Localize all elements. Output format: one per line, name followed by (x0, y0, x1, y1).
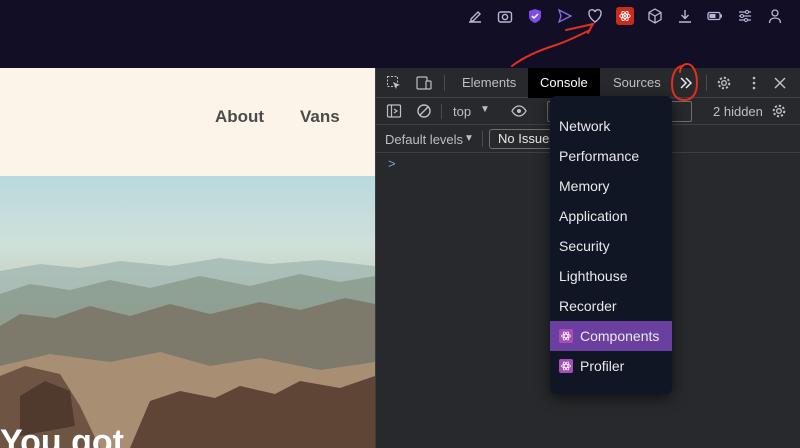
web-page: About Vans You got (0, 68, 375, 448)
menu-item-security[interactable]: Security (550, 231, 672, 261)
edit-icon[interactable] (460, 5, 490, 27)
divider (706, 75, 707, 91)
chevron-down-icon: ▼ (464, 133, 474, 144)
more-tabs-button[interactable] (673, 73, 699, 93)
sidebar-toggle-icon[interactable] (384, 101, 404, 121)
divider (482, 131, 483, 147)
tab-console[interactable]: Console (528, 68, 600, 98)
divider (441, 104, 442, 119)
device-toggle-icon[interactable] (414, 73, 434, 93)
console-prompt[interactable]: > (388, 156, 396, 171)
menu-item-components[interactable]: Components (550, 321, 672, 351)
default-levels-dropdown[interactable]: Default levels (385, 132, 463, 147)
cube-icon[interactable] (640, 5, 670, 27)
download-icon[interactable] (670, 5, 700, 27)
inspect-element-icon[interactable] (384, 73, 404, 93)
context-select[interactable]: top (453, 104, 471, 119)
browser-toolbar (0, 0, 800, 68)
menu-item-memory[interactable]: Memory (550, 171, 672, 201)
menu-item-recorder[interactable]: Recorder (550, 291, 672, 321)
nav-link-about[interactable]: About (215, 107, 264, 127)
menu-item-label: Profiler (580, 358, 625, 374)
menu-item-network[interactable]: Network (550, 111, 672, 141)
menu-item-label: Components (580, 328, 660, 344)
extension-icons (460, 5, 790, 27)
shield-icon[interactable] (520, 5, 550, 27)
hero-heading: You got (0, 423, 124, 448)
tab-elements[interactable]: Elements (450, 68, 528, 98)
menu-item-lighthouse[interactable]: Lighthouse (550, 261, 672, 291)
kebab-menu-icon[interactable] (744, 73, 764, 93)
react-devtools-icon[interactable] (610, 5, 640, 27)
site-nav: About Vans (0, 68, 375, 176)
clear-console-icon[interactable] (414, 101, 434, 121)
tab-sources[interactable]: Sources (601, 68, 673, 98)
chevron-down-icon: ▼ (480, 104, 490, 115)
issues-button[interactable]: No Issues (489, 129, 559, 149)
react-icon (559, 359, 573, 373)
hidden-count: 2 hidden (713, 104, 763, 119)
close-icon[interactable] (770, 73, 790, 93)
camera-icon[interactable] (490, 5, 520, 27)
menu-item-application[interactable]: Application (550, 201, 672, 231)
menu-item-performance[interactable]: Performance (550, 141, 672, 171)
menu-item-profiler[interactable]: Profiler (550, 351, 672, 381)
more-tabs-menu: Network Performance Memory Application S… (550, 96, 672, 394)
user-icon[interactable] (760, 5, 790, 27)
eye-icon[interactable] (509, 101, 529, 121)
sliders-icon[interactable] (730, 5, 760, 27)
gear-icon[interactable] (714, 73, 734, 93)
battery-icon[interactable] (700, 5, 730, 27)
heart-icon[interactable] (580, 5, 610, 27)
nav-link-vans[interactable]: Vans (300, 107, 340, 127)
divider (444, 75, 445, 91)
desert-landscape (0, 258, 375, 448)
react-icon (559, 329, 573, 343)
send-icon[interactable] (550, 5, 580, 27)
console-settings-icon[interactable] (769, 101, 789, 121)
devtools-tabbar: Elements Console Sources (376, 68, 800, 98)
hero-image: You got (0, 176, 375, 448)
